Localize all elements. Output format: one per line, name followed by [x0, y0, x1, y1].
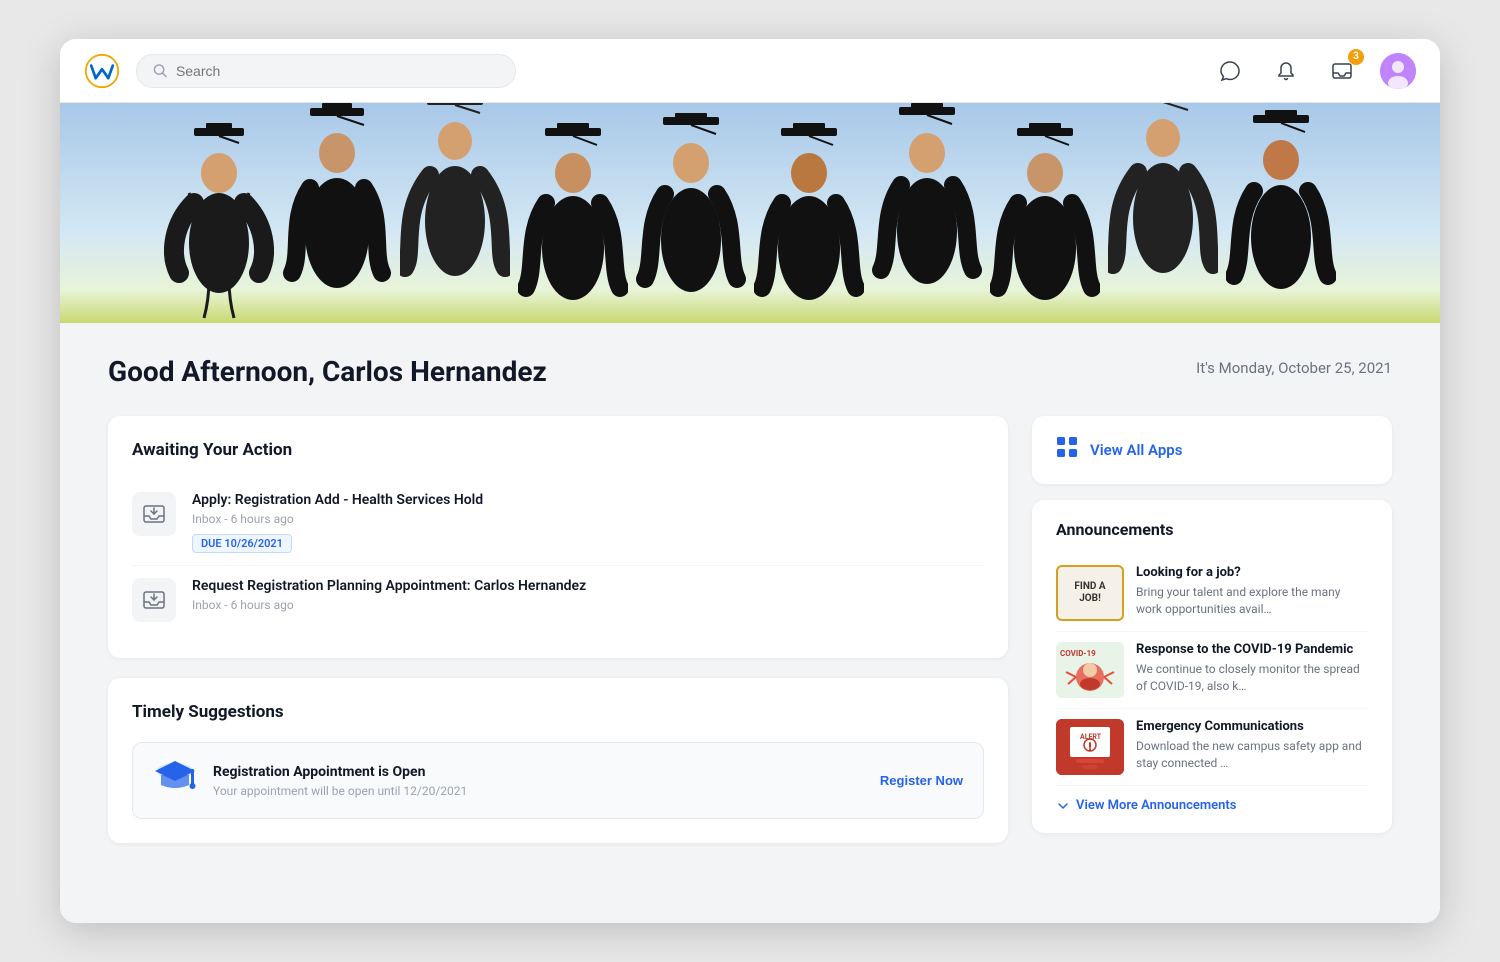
bell-icon [1275, 60, 1297, 82]
view-more-label: View More Announcements [1076, 798, 1236, 813]
action-subtitle-1: Inbox - 6 hours ago [192, 512, 984, 526]
action-icon-2 [132, 578, 176, 622]
top-nav: 3 [60, 39, 1440, 103]
content-grid: Awaiting Your Action Apply: Registrat [108, 416, 1392, 843]
awaiting-action-title: Awaiting Your Action [132, 440, 984, 460]
hero-scene [60, 103, 1440, 323]
grad-figure-3 [400, 103, 510, 308]
grad-figure-8 [990, 123, 1100, 323]
grad-figure-10 [1226, 110, 1336, 315]
announcement-title-3: Emergency Communications [1136, 719, 1368, 734]
suggestion-info-1: Registration Appointment is Open Your ap… [213, 764, 864, 798]
inbox-badge: 3 [1348, 49, 1364, 65]
timely-suggestions-card: Timely Suggestions Re [108, 678, 1008, 843]
search-bar[interactable] [136, 54, 516, 88]
grad-figure-5 [636, 113, 746, 318]
announcement-body-3: Emergency Communications Download the ne… [1136, 719, 1368, 775]
chevron-down-icon [1056, 799, 1070, 813]
apps-grid-icon [1056, 436, 1078, 464]
register-now-button[interactable]: Register Now [880, 773, 963, 788]
view-all-apps-label: View All Apps [1090, 441, 1182, 459]
grad-figure-6 [754, 123, 864, 323]
announcement-thumb-job: FIND AJOB! [1056, 565, 1124, 621]
announcement-thumb-covid: COVID-19 [1056, 642, 1124, 698]
announcement-title-2: Response to the COVID-19 Pandemic [1136, 642, 1368, 657]
emergency-thumb-image: ALERT [1056, 719, 1124, 775]
content-header: Good Afternoon, Carlos Hernandez It's Mo… [108, 355, 1392, 388]
graduates-row [60, 108, 1440, 323]
grad-figure-1 [164, 123, 274, 323]
announcement-title-1: Looking for a job? [1136, 565, 1368, 580]
action-subtitle-2: Inbox - 6 hours ago [192, 598, 984, 612]
timely-suggestions-title: Timely Suggestions [132, 702, 984, 722]
date-text: It's Monday, October 25, 2021 [1196, 359, 1392, 377]
view-more-announcements-link[interactable]: View More Announcements [1056, 798, 1368, 813]
announcement-desc-3: Download the new campus safety app and s… [1136, 738, 1368, 772]
chat-button[interactable] [1212, 53, 1248, 89]
inbox-tray-icon [142, 502, 166, 526]
hero-banner [60, 103, 1440, 323]
suggestion-title-1: Registration Appointment is Open [213, 764, 864, 780]
action-info-2: Request Registration Planning Appointmen… [192, 578, 984, 618]
awaiting-action-card: Awaiting Your Action Apply: Registrat [108, 416, 1008, 658]
grad-figure-4 [518, 123, 628, 323]
logo [84, 53, 120, 89]
bell-button[interactable] [1268, 53, 1304, 89]
announcement-desc-1: Bring your talent and explore the many w… [1136, 584, 1368, 618]
avatar-image [1380, 53, 1416, 89]
greeting-text: Good Afternoon, Carlos Hernandez [108, 355, 547, 388]
view-all-apps-card[interactable]: View All Apps [1032, 416, 1392, 484]
graduation-cap-icon [153, 759, 197, 802]
svg-text:COVID-19: COVID-19 [1060, 649, 1096, 658]
announcement-thumb-emergency: ALERT [1056, 719, 1124, 775]
announcements-card: Announcements FIND AJOB! Looking for a j… [1032, 500, 1392, 833]
main-content: Good Afternoon, Carlos Hernandez It's Mo… [60, 323, 1440, 923]
suggestion-item-1[interactable]: Registration Appointment is Open Your ap… [132, 742, 984, 819]
chat-icon [1219, 60, 1241, 82]
app-window: 3 [60, 39, 1440, 923]
due-badge-1: DUE 10/26/2021 [192, 534, 292, 553]
announcement-item-3[interactable]: ALERT Emergency Communications Download … [1056, 709, 1368, 786]
action-item-2[interactable]: Request Registration Planning Appointmen… [132, 566, 984, 634]
action-icon-1 [132, 492, 176, 536]
grad-figure-2 [282, 103, 392, 313]
announcement-body-2: Response to the COVID-19 Pandemic We con… [1136, 642, 1368, 698]
grad-figure-7 [872, 103, 982, 313]
announcements-title: Announcements [1056, 520, 1368, 539]
avatar[interactable] [1380, 53, 1416, 89]
suggestion-subtitle-1: Your appointment will be open until 12/2… [213, 784, 864, 798]
action-title-1: Apply: Registration Add - Health Service… [192, 492, 984, 508]
left-column: Awaiting Your Action Apply: Registrat [108, 416, 1008, 843]
search-input[interactable] [176, 63, 499, 79]
action-info-1: Apply: Registration Add - Health Service… [192, 492, 984, 553]
right-column: View All Apps Announcements FIND AJOB! L [1032, 416, 1392, 843]
inbox-tray-icon-2 [142, 588, 166, 612]
nav-icons: 3 [1212, 53, 1416, 89]
action-title-2: Request Registration Planning Appointmen… [192, 578, 984, 594]
announcement-item-1[interactable]: FIND AJOB! Looking for a job? Bring your… [1056, 555, 1368, 632]
covid-thumb-image: COVID-19 [1056, 642, 1124, 698]
announcement-item-2[interactable]: COVID-19 Response to the C [1056, 632, 1368, 709]
search-icon [153, 63, 168, 79]
announcement-body-1: Looking for a job? Bring your talent and… [1136, 565, 1368, 621]
grad-figure-9 [1108, 103, 1218, 305]
inbox-button[interactable]: 3 [1324, 53, 1360, 89]
action-item-1[interactable]: Apply: Registration Add - Health Service… [132, 480, 984, 566]
announcement-desc-2: We continue to closely monitor the sprea… [1136, 661, 1368, 695]
